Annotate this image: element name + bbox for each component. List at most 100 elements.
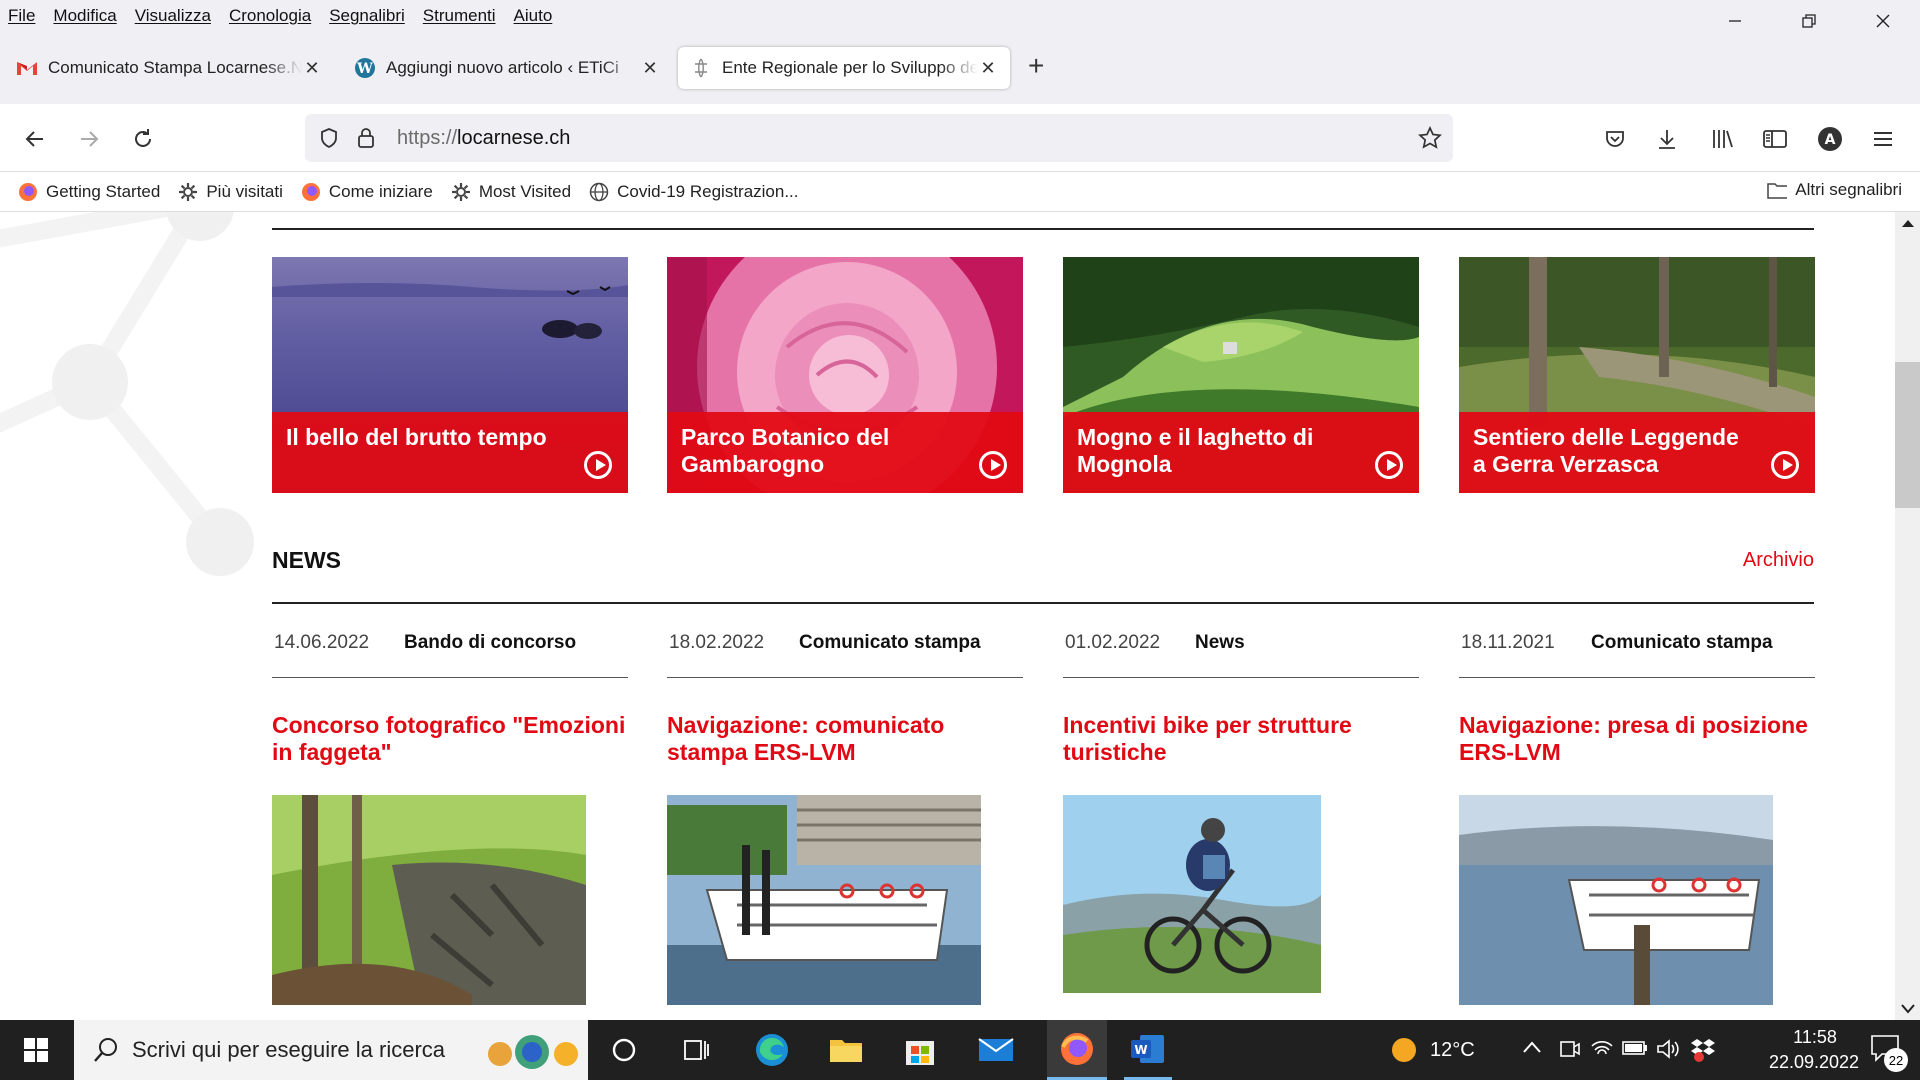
wifi-icon[interactable] [1590, 1038, 1614, 1060]
card-caption: Parco Botanico del Gambarogno [667, 412, 1023, 493]
gear-icon [178, 182, 198, 202]
tab-close-icon[interactable]: ✕ [302, 58, 322, 79]
cortana-button[interactable] [600, 1028, 648, 1072]
url-text[interactable]: https://locarnese.ch [397, 127, 570, 150]
news-category: Bando di concorso [404, 632, 577, 653]
tab-title: Ente Regionale per lo Sviluppo del [722, 58, 978, 77]
download-icon [1659, 130, 1675, 149]
library-button[interactable] [1708, 124, 1738, 154]
edge-icon [756, 1034, 788, 1066]
taskbar-search-box[interactable]: Scrivi qui per eseguire la ricerca [74, 1020, 588, 1080]
pocket-button[interactable] [1600, 124, 1630, 154]
meet-now-icon[interactable] [1558, 1038, 1580, 1060]
tab-wordpress[interactable]: W Aggiungi nuovo articolo ‹ ETiCi ✕ [342, 47, 672, 89]
firefox-icon [1061, 1032, 1093, 1065]
menu-visualizza[interactable]: Visualizza [135, 6, 211, 26]
news-image-bike[interactable] [1063, 795, 1321, 993]
scroll-down-icon[interactable] [1901, 1004, 1915, 1014]
chevron-up-icon[interactable] [1522, 1040, 1542, 1054]
news-title-link[interactable]: Concorso fotografico "Emozioni in fagget… [272, 712, 628, 766]
arrow-right-icon [81, 131, 99, 147]
bookmark-covid[interactable]: Covid-19 Registrazion... [589, 182, 799, 202]
tab-close-icon[interactable]: ✕ [640, 58, 660, 79]
start-button[interactable] [12, 1028, 60, 1072]
dropbox-icon[interactable] [1690, 1036, 1716, 1062]
star-icon[interactable] [1417, 125, 1443, 151]
menu-strumenti[interactable]: Strumenti [423, 6, 496, 26]
store-button[interactable] [896, 1028, 944, 1072]
menu-aiuto[interactable]: Aiuto [514, 6, 553, 26]
news-image-lake-ferry[interactable] [1459, 795, 1773, 1005]
news-image-forest[interactable] [272, 795, 586, 1005]
weather-temperature[interactable]: 12°C [1430, 1039, 1475, 1062]
scroll-up-icon[interactable] [1901, 218, 1915, 228]
tab-title: Comunicato Stampa Locarnese.Net [48, 58, 302, 77]
weather-sun-icon[interactable] [1390, 1036, 1418, 1064]
library-icon [1713, 130, 1733, 148]
site-icon [690, 57, 712, 79]
word-taskbar-button[interactable]: W [1124, 1020, 1172, 1080]
bookmark-label: Getting Started [46, 181, 161, 201]
wordpress-icon: W [354, 57, 376, 79]
edge-button[interactable] [748, 1028, 796, 1072]
play-icon[interactable] [584, 451, 612, 479]
clock-time[interactable]: 11:58 [1765, 1027, 1865, 1048]
card-title: Il bello del brutto tempo [286, 424, 547, 450]
scrollbar-thumb[interactable] [1895, 362, 1920, 508]
bookmark-getting-started[interactable]: Getting Started [18, 182, 160, 202]
play-icon[interactable] [979, 451, 1007, 479]
top-divider [272, 228, 1814, 230]
news-image-ferry[interactable] [667, 795, 981, 1005]
news-category: Comunicato stampa [799, 632, 981, 653]
menu-file[interactable]: File [8, 6, 35, 26]
firefox-taskbar-button[interactable] [1047, 1020, 1107, 1080]
news-date: 14.06.2022 [274, 632, 370, 653]
card-mogno[interactable]: Mogno e il laghetto di Mognola [1063, 257, 1419, 493]
hamburger-icon [1874, 132, 1892, 146]
news-title-link[interactable]: Navigazione: comunicato stampa ERS-LVM [667, 712, 1023, 766]
news-title-link[interactable]: Incentivi bike per strutture turistiche [1063, 712, 1419, 766]
bookmark-piu-visitati[interactable]: Più visitati [178, 182, 283, 202]
svg-text:W: W [356, 61, 373, 77]
minimize-icon [1729, 20, 1741, 22]
menu-bar: File Modifica Visualizza Cronologia Segn… [0, 0, 1920, 32]
file-explorer-button[interactable] [822, 1028, 870, 1072]
card-sentiero-leggende[interactable]: Sentiero delle Leggende a Gerra Verzasca [1459, 257, 1815, 493]
reload-button[interactable] [128, 124, 158, 154]
menu-segnalibri[interactable]: Segnalibri [329, 6, 405, 26]
new-tab-button[interactable]: + [1028, 52, 1044, 80]
back-button[interactable] [20, 124, 50, 154]
url-bar[interactable]: https://locarnese.ch [305, 114, 1453, 162]
news-title-link[interactable]: Navigazione: presa di posizione ERS-LVM [1459, 712, 1815, 766]
play-icon[interactable] [1771, 451, 1799, 479]
tab-gmail[interactable]: Comunicato Stampa Locarnese.Net ✕ [4, 47, 334, 89]
archive-link[interactable]: Archivio [1743, 549, 1814, 572]
task-view-button[interactable] [672, 1028, 720, 1072]
play-icon[interactable] [1375, 451, 1403, 479]
sidebar-button[interactable] [1760, 124, 1790, 154]
account-button[interactable]: A [1815, 124, 1845, 154]
mail-button[interactable] [972, 1028, 1020, 1072]
card-brutto-tempo[interactable]: Il bello del brutto tempo [272, 257, 628, 493]
bookmark-label: Più visitati [206, 181, 283, 201]
bookmark-come-iniziare[interactable]: Come iniziare [301, 182, 433, 202]
news-separator [1063, 677, 1419, 678]
bookmark-most-visited[interactable]: Most Visited [451, 182, 571, 202]
clock-date[interactable]: 22.09.2022 [1744, 1052, 1884, 1073]
app-menu-button[interactable] [1868, 124, 1898, 154]
menu-modifica[interactable]: Modifica [53, 6, 116, 26]
downloads-button[interactable] [1652, 124, 1682, 154]
volume-icon[interactable] [1656, 1038, 1680, 1060]
page-scrollbar[interactable] [1895, 212, 1920, 1020]
menu-cronologia[interactable]: Cronologia [229, 6, 311, 26]
card-caption: Sentiero delle Leggende a Gerra Verzasca [1459, 412, 1815, 493]
globe-icon [589, 182, 609, 202]
firefox-icon [18, 182, 38, 202]
card-parco-botanico[interactable]: Parco Botanico del Gambarogno [667, 257, 1023, 493]
tab-locarnese[interactable]: Ente Regionale per lo Sviluppo del ✕ [678, 47, 1010, 89]
forward-button[interactable] [74, 124, 104, 154]
other-bookmarks[interactable]: Altri segnalibri [1767, 180, 1902, 200]
search-placeholder: Scrivi qui per eseguire la ricerca [132, 1037, 446, 1062]
battery-icon[interactable] [1622, 1040, 1648, 1056]
tab-close-icon[interactable]: ✕ [978, 58, 998, 79]
